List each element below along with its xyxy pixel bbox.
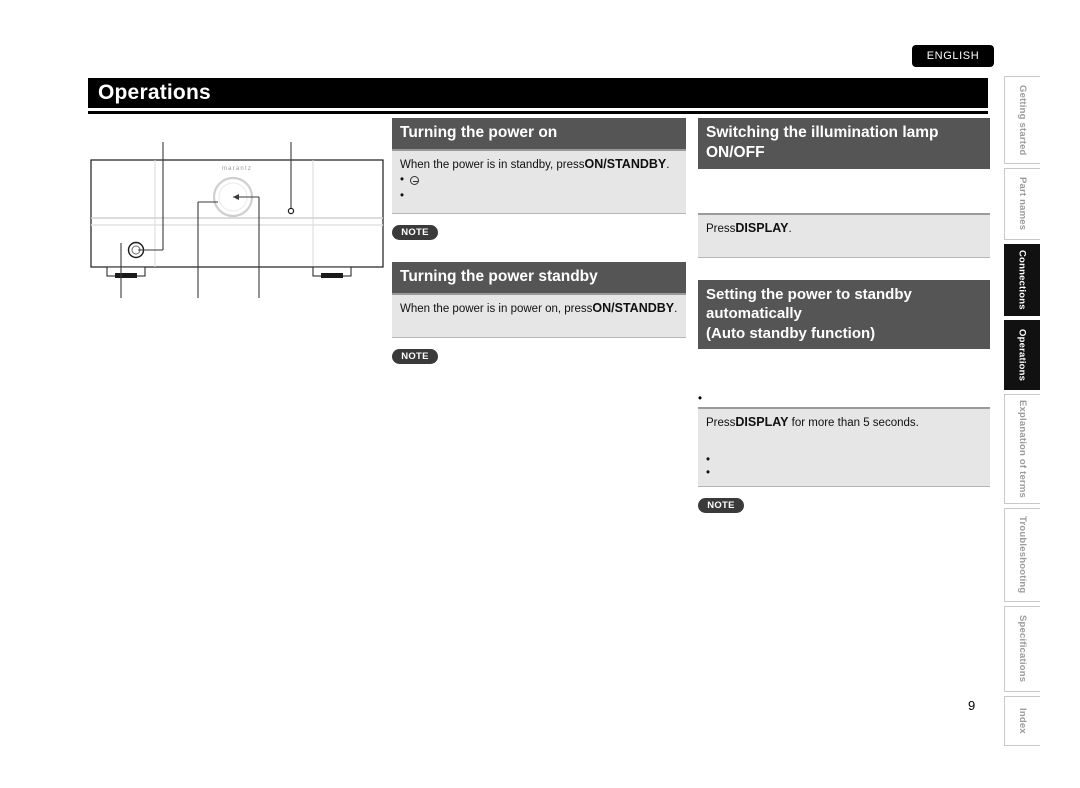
instruction-suffix: . [674,302,678,315]
list-item [706,466,982,482]
tab-operations[interactable]: Operations [1004,320,1040,390]
tab-label: Operations [1016,328,1028,382]
language-badge: ENGLISH [912,45,994,67]
list-item [400,189,678,207]
content-column-right: Switching the illumination lamp ON/OFF P… [698,118,990,514]
button-name-on-standby: ON/STANDBY [592,300,675,315]
tab-getting-started[interactable]: Getting started [1004,76,1040,164]
tab-explanation-of-terms[interactable]: Explanation of terms [1004,394,1040,504]
section-body-turning-power-on: When the power is in standby, pressON/ST… [392,148,686,214]
section-body-auto-standby: PressDISPLAY for more than 5 seconds. [698,406,990,488]
bullet-list [400,173,678,207]
instruction-prefix: Press [706,416,736,429]
product-illustration: marantz [85,140,395,300]
note-badge: NOTE [392,349,438,365]
circle-minus-icon [410,176,419,186]
tab-troubleshooting[interactable]: Troubleshooting [1004,508,1040,602]
tab-connections[interactable]: Connections [1004,244,1040,316]
instruction-prefix: Press [706,222,736,235]
instruction-suffix: . [788,222,792,235]
pre-instruction-bullet-list [698,393,990,407]
instruction-line: When the power is in standby, pressON/ST… [400,156,678,174]
heading-line-1: Setting the power to standby [706,286,912,304]
section-heading-auto-standby: Setting the power to standby automatical… [698,280,990,349]
tab-label: Getting started [1017,84,1028,156]
section-body-illumination-lamp: PressDISPLAY. [698,212,990,259]
instruction-prefix: When the power is in power on, press [400,302,593,315]
tab-label: Troubleshooting [1017,516,1028,594]
instruction-line: When the power is in power on, pressON/S… [400,300,678,318]
page-title: Operations [98,81,211,104]
button-name-on-standby: ON/STANDBY [584,156,667,171]
instruction-prefix: When the power is in standby, press [400,158,585,171]
tab-label: Part names [1017,177,1028,231]
heading-line-2: automatically [706,305,802,323]
list-item [400,173,678,190]
tab-label: Specifications [1017,615,1028,683]
instruction-line: PressDISPLAY. [706,220,982,238]
section-heading-illumination-lamp: Switching the illumination lamp ON/OFF [698,118,990,169]
tab-index[interactable]: Index [1004,696,1040,746]
tab-label: Explanation of terms [1017,400,1028,498]
section-heading-turning-power-on: Turning the power on [392,118,686,149]
heading-line-3: (Auto standby function) [706,324,876,342]
title-underline-rule [88,111,988,114]
page-title-bar: Operations [88,78,988,108]
brand-logo: marantz [222,166,252,172]
tab-label: Connections [1016,250,1028,310]
bullet-list [706,453,982,482]
content-column-middle: Turning the power on When the power is i… [392,118,686,365]
button-name-display: DISPLAY [735,220,789,235]
note-badge: NOTE [698,498,744,514]
instruction-line: PressDISPLAY for more than 5 seconds. [706,414,982,432]
instruction-suffix: for more than 5 seconds. [788,416,919,429]
section-heading-turning-power-standby: Turning the power standby [392,261,686,293]
receiver-line-drawing: marantz [90,142,384,298]
tab-part-names[interactable]: Part names [1004,168,1040,240]
list-item [698,393,990,407]
list-item [706,453,982,469]
section-body-turning-power-standby: When the power is in power on, pressON/S… [392,292,686,339]
tab-specifications[interactable]: Specifications [1004,606,1040,692]
heading-line-1: Switching the illumination lamp [706,124,939,141]
note-badge: NOTE [392,224,438,240]
instruction-suffix: . [666,158,670,171]
manual-page: ENGLISH Operations marantz Turning the p… [0,0,1080,788]
tab-label: Index [1017,708,1028,734]
section-tabs-nav: Getting started Part names Connections O… [1004,76,1040,750]
button-name-display: DISPLAY [735,414,789,429]
heading-line-2: ON/OFF [706,143,765,161]
page-number: 9 [968,698,976,713]
